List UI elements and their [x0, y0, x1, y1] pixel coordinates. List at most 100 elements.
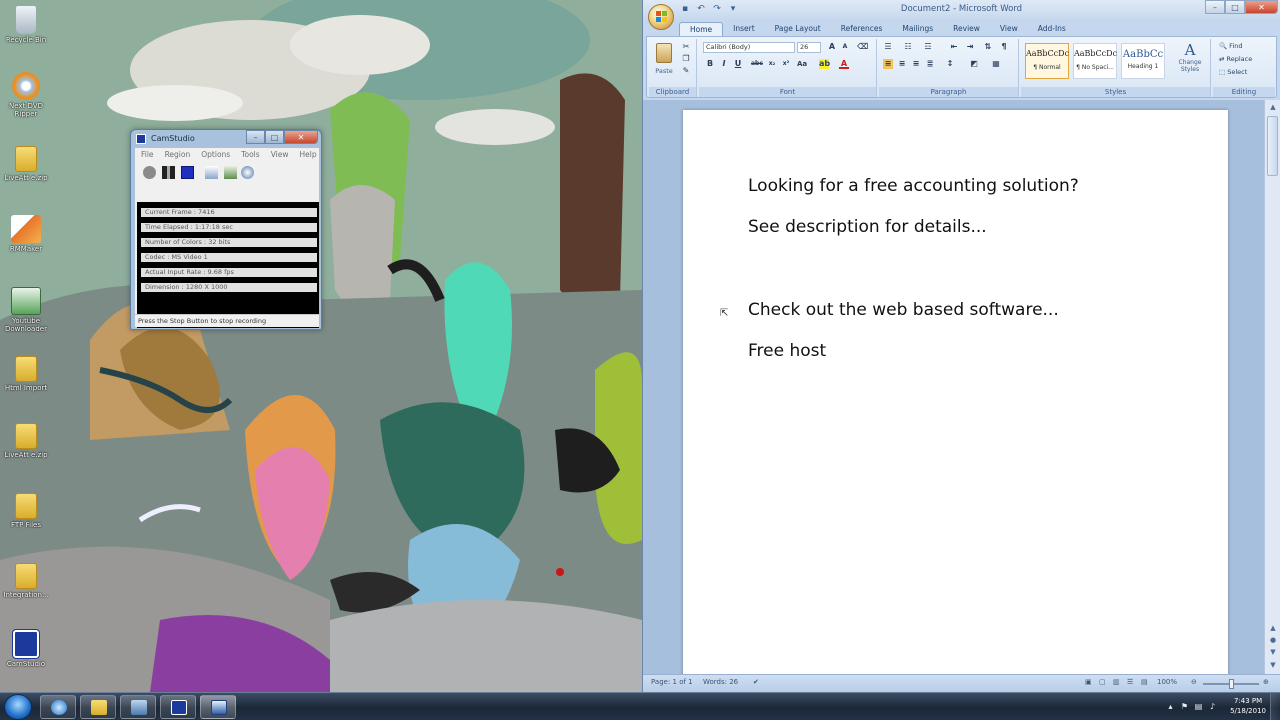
style-no-spacing[interactable]: AaBbCcDc ¶ No Spaci...	[1073, 43, 1117, 79]
word-titlebar[interactable]: ▪ ↶ ↷ ▾ Document2 - Microsoft Word – □ ✕	[643, 0, 1280, 30]
strikethrough-icon[interactable]: abc	[751, 59, 763, 69]
status-page-count[interactable]: Page: 1 of 1	[651, 678, 693, 686]
find-button[interactable]: 🔍 Find	[1219, 42, 1243, 50]
tab-page-layout[interactable]: Page Layout	[765, 22, 831, 36]
status-word-count[interactable]: Words: 26	[703, 678, 738, 686]
decrease-indent-icon[interactable]: ⇤	[949, 42, 959, 52]
desktop-icon-recycle-bin[interactable]: Recycle Bin	[0, 6, 52, 44]
show-hidden-icons-icon[interactable]: ▴	[1166, 702, 1175, 711]
change-styles-button[interactable]: A Change Styles	[1173, 41, 1207, 81]
zoom-slider-thumb[interactable]	[1229, 679, 1234, 689]
tab-mailings[interactable]: Mailings	[892, 22, 943, 36]
browse-object-icon[interactable]: ●	[1268, 636, 1278, 646]
align-left-icon[interactable]: ≡	[883, 59, 893, 69]
stop-button[interactable]	[181, 166, 194, 179]
desktop-icon-rmmaker[interactable]: RMMaker	[0, 215, 52, 253]
font-color-icon[interactable]: A	[839, 59, 849, 69]
zoom-out-icon[interactable]: ⊖	[1191, 678, 1197, 686]
font-name-select[interactable]: Calibri (Body)	[703, 42, 795, 53]
minimize-button[interactable]: –	[1205, 0, 1225, 14]
maximize-button[interactable]: □	[265, 130, 284, 144]
clear-formatting-icon[interactable]: ⌫	[857, 42, 868, 52]
align-center-icon[interactable]: ≡	[897, 59, 907, 69]
document-line[interactable]: Looking for a free accounting solution?	[748, 176, 1079, 196]
tab-review[interactable]: Review	[943, 22, 990, 36]
line-spacing-icon[interactable]: ↕	[945, 59, 955, 69]
volume-icon[interactable]: ♪	[1208, 702, 1217, 711]
document-page[interactable]: Looking for a free accounting solution? …	[683, 110, 1228, 682]
show-hide-icon[interactable]: ¶	[999, 42, 1009, 52]
taskbar-ie[interactable]	[40, 695, 76, 719]
taskbar-camstudio[interactable]	[160, 695, 196, 719]
desktop-icon-folder-4[interactable]: Integration...	[0, 563, 52, 599]
view-full-screen-icon[interactable]: ▢	[1099, 678, 1106, 686]
font-size-select[interactable]: 26	[797, 42, 821, 53]
tab-add-ins[interactable]: Add-Ins	[1028, 22, 1076, 36]
align-right-icon[interactable]: ≡	[911, 59, 921, 69]
bullets-icon[interactable]: ☰	[883, 42, 893, 52]
tab-references[interactable]: References	[831, 22, 893, 36]
taskbar-explorer[interactable]	[80, 695, 116, 719]
close-button[interactable]: ✕	[1245, 0, 1278, 14]
tab-view[interactable]: View	[990, 22, 1028, 36]
format-painter-icon[interactable]: ✎	[681, 66, 691, 76]
desktop-icon-dvd-ripper[interactable]: Next DVD Ripper	[0, 72, 52, 118]
pause-button[interactable]	[162, 166, 175, 179]
tab-insert[interactable]: Insert	[723, 22, 765, 36]
proofing-icon[interactable]: ✔	[753, 678, 759, 686]
region-icon[interactable]	[205, 166, 218, 179]
cut-icon[interactable]: ✂	[681, 42, 691, 52]
office-button[interactable]	[648, 4, 674, 30]
desktop-icon-folder-3[interactable]: FTP Files	[0, 493, 52, 529]
desktop-icon-downloader[interactable]: Youtube Downloader	[0, 287, 52, 333]
italic-icon[interactable]: I	[719, 59, 729, 69]
menu-file[interactable]: File	[141, 148, 154, 162]
desktop-icon-folder-2[interactable]: Html Import	[0, 356, 52, 392]
style-heading-1[interactable]: AaBbCc Heading 1	[1121, 43, 1165, 79]
network-icon[interactable]: ▤	[1194, 702, 1203, 711]
underline-icon[interactable]: U	[733, 59, 743, 69]
start-button[interactable]	[4, 694, 32, 720]
justify-icon[interactable]: ≣	[925, 59, 935, 69]
subscript-icon[interactable]: x₂	[767, 59, 777, 69]
view-draft-icon[interactable]: ▤	[1141, 678, 1148, 686]
bold-icon[interactable]: B	[705, 59, 715, 69]
tab-home[interactable]: Home	[679, 22, 724, 36]
multilevel-list-icon[interactable]: ☲	[923, 42, 933, 52]
borders-icon[interactable]: ▦	[991, 59, 1001, 69]
menu-tools[interactable]: Tools	[241, 148, 259, 162]
minimize-button[interactable]: –	[246, 130, 265, 144]
desktop-icon-camstudio[interactable]: CamStudio	[0, 629, 52, 668]
taskbar-clock[interactable]: 7:43 PM 5/18/2010	[1230, 696, 1266, 716]
menu-region[interactable]: Region	[165, 148, 191, 162]
select-button[interactable]: ⬚ Select	[1219, 68, 1247, 76]
zoom-in-icon[interactable]: ⊕	[1263, 678, 1269, 686]
style-normal[interactable]: AaBbCcDc ¶ Normal	[1025, 43, 1069, 79]
document-line[interactable]: Check out the web based software...	[748, 300, 1059, 320]
copy-icon[interactable]: ❐	[681, 54, 691, 64]
view-web-layout-icon[interactable]: ▥	[1113, 678, 1120, 686]
sort-icon[interactable]: ⇅	[983, 42, 993, 52]
next-page-icon[interactable]: ▼	[1268, 648, 1278, 658]
action-center-icon[interactable]: ⚑	[1180, 702, 1189, 711]
menu-view[interactable]: View	[271, 148, 289, 162]
highlight-icon[interactable]: ab	[819, 59, 830, 69]
superscript-icon[interactable]: x²	[781, 59, 791, 69]
increase-indent-icon[interactable]: ⇥	[965, 42, 975, 52]
scroll-thumb[interactable]	[1267, 116, 1278, 176]
view-print-layout-icon[interactable]: ▣	[1085, 678, 1092, 686]
camstudio-titlebar[interactable]: CamStudio – □ ✕	[131, 130, 321, 148]
numbering-icon[interactable]: ☷	[903, 42, 913, 52]
scroll-up-icon[interactable]: ▲	[1268, 103, 1278, 113]
zoom-level[interactable]: 100%	[1157, 678, 1177, 686]
close-button[interactable]: ✕	[284, 130, 318, 144]
taskbar-word[interactable]	[200, 695, 236, 719]
document-line[interactable]: See description for details...	[748, 217, 987, 237]
record-button[interactable]	[143, 166, 156, 179]
audio-options-icon[interactable]	[241, 166, 254, 179]
shading-icon[interactable]: ◩	[969, 59, 979, 69]
vertical-scrollbar[interactable]: ▲ ▲ ● ▼ ▼	[1264, 100, 1280, 674]
menu-options[interactable]: Options	[201, 148, 230, 162]
taskbar-app[interactable]	[120, 695, 156, 719]
change-case-icon[interactable]: Aa	[797, 59, 807, 69]
